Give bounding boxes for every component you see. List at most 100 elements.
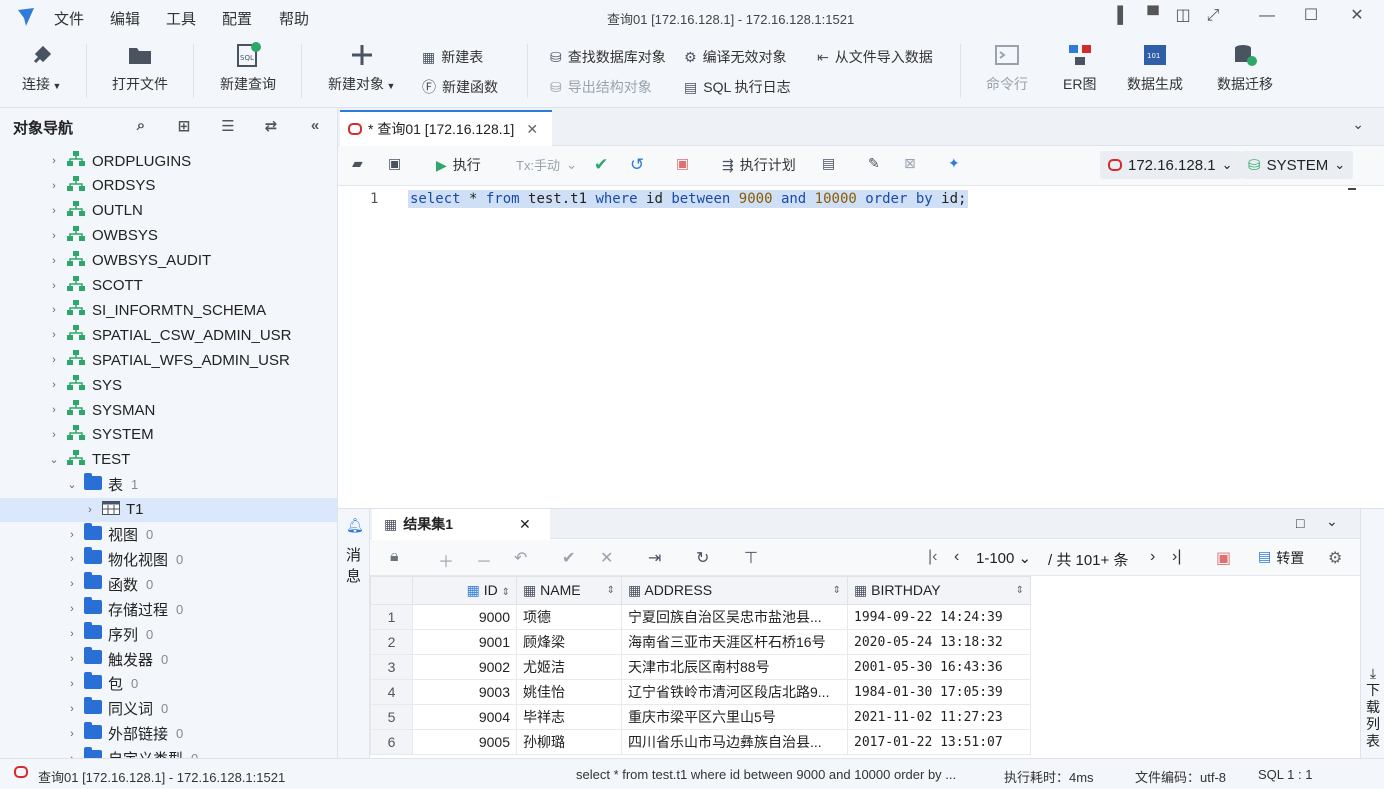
column-header[interactable]: ▦ ADDRESS ⇕	[621, 576, 848, 605]
menu-help[interactable]: 帮助	[279, 8, 309, 29]
tx-mode-select[interactable]: Tx:手动 ⌄	[516, 155, 577, 174]
messages-sidebar[interactable]: 🔔︎ 消息	[338, 509, 370, 759]
tab-list-chevron-icon[interactable]: ⌄	[1352, 116, 1364, 133]
chevron-right-icon[interactable]: ›	[48, 280, 60, 292]
tree-item[interactable]: › 序列 0	[0, 622, 337, 646]
table-row[interactable]: 6 9005 孙柳璐 四川省乐山市马边彝族自治县... 2017-01-22 13:51…	[370, 729, 1031, 755]
data-gen-button[interactable]: 101 数据生成	[1127, 42, 1183, 94]
tree-item[interactable]: › T1	[0, 497, 337, 522]
table-cell[interactable]: 2020-05-24 13:18:32	[847, 629, 1031, 655]
stop-icon[interactable]: ▣	[1216, 548, 1231, 568]
sort-icon[interactable]: ⇕	[1016, 585, 1024, 596]
rollback-icon[interactable]: ↺	[630, 155, 644, 175]
chevron-right-icon[interactable]: ›	[66, 678, 78, 690]
table-cell[interactable]: 顾烽梁	[516, 629, 622, 655]
chevron-right-icon[interactable]: ›	[48, 329, 60, 341]
layout-left-icon[interactable]: ▌	[1112, 5, 1134, 27]
tree-item[interactable]: › SPATIAL_CSW_ADMIN_USR	[0, 323, 337, 347]
table-cell[interactable]: 9000	[412, 604, 517, 630]
layout-top-icon[interactable]: ▀	[1142, 5, 1164, 27]
export-structure-button[interactable]: ⛁ 导出结构对象	[550, 77, 652, 97]
export-icon[interactable]: ⇥	[648, 548, 661, 568]
chevron-right-icon[interactable]: ›	[48, 404, 60, 416]
sort-icon[interactable]: ⇕	[607, 585, 615, 596]
page-range-select[interactable]: 1-100 ⌄	[976, 549, 1031, 567]
data-migrate-button[interactable]: 数据迁移	[1217, 42, 1273, 94]
table-row[interactable]: 1 9000 项德 宁夏回族自治区吴忠市盐池县... 1994-09-22 14:24:…	[370, 604, 1031, 630]
tree-item[interactable]: › 同义词 0	[0, 696, 337, 721]
table-row[interactable]: 4 9003 姚佳怡 辽宁省铁岭市清河区段店北路9... 1984-01-30 17:0…	[370, 679, 1031, 705]
tree-item[interactable]: › 包 0	[0, 671, 337, 696]
menu-edit[interactable]: 编辑	[110, 8, 140, 29]
collapse-panel-icon[interactable]: ⌄	[1326, 513, 1338, 530]
table-cell[interactable]: 姚佳怡	[516, 679, 622, 705]
tab-query01[interactable]: * 查询01 [172.16.128.1] ✕	[340, 110, 552, 146]
er-diagram-button[interactable]: ER图	[1063, 42, 1096, 94]
commit-icon[interactable]: ✔	[594, 155, 608, 175]
chevron-right-icon[interactable]: ›	[66, 553, 78, 565]
settings-icon[interactable]: ⚙	[1328, 548, 1342, 568]
uncomment-icon[interactable]: ⊠	[904, 155, 916, 172]
chevron-right-icon[interactable]: ›	[66, 603, 78, 615]
open-file-button[interactable]: 打开文件	[112, 42, 168, 94]
maximize-button[interactable]: ☐	[1300, 5, 1322, 27]
new-table-button[interactable]: ▦ 新建表	[422, 47, 483, 67]
new-function-button[interactable]: Ⓕ 新建函数	[422, 77, 498, 97]
next-page-icon[interactable]: ›	[1150, 548, 1155, 566]
table-cell[interactable]: 辽宁省铁岭市清河区段店北路9...	[621, 679, 848, 705]
add-row-icon[interactable]: ＋	[438, 548, 454, 572]
connection-select[interactable]: 172.16.128.1 ⌄	[1100, 151, 1241, 179]
download-sidebar[interactable]: ⤓ 下载列表	[1360, 509, 1384, 759]
tree-item[interactable]: › SYSTEM	[0, 423, 337, 447]
chevron-right-icon[interactable]: ›	[48, 180, 60, 192]
minimize-button[interactable]: —	[1256, 5, 1278, 27]
tree-item[interactable]: › ORDSYS	[0, 174, 337, 198]
table-cell[interactable]: 四川省乐山市马边彝族自治县...	[621, 729, 848, 755]
table-cell[interactable]: 尤姬洁	[516, 654, 622, 680]
schema-select[interactable]: ⛁ SYSTEM ⌄	[1240, 151, 1354, 179]
tree-item[interactable]: › OWBSYS	[0, 224, 337, 248]
refresh-icon[interactable]: ↻	[696, 548, 709, 568]
tree-item[interactable]: › 外部链接 0	[0, 721, 337, 746]
sql-log-button[interactable]: ▤ SQL 执行日志	[684, 77, 791, 97]
tree-item[interactable]: › SI_INFORMTN_SCHEMA	[0, 298, 337, 322]
prev-page-icon[interactable]: ‹	[954, 548, 959, 566]
table-cell[interactable]: 9001	[412, 629, 517, 655]
table-cell[interactable]: 9003	[412, 679, 517, 705]
sort-icon[interactable]: ⇕	[833, 585, 841, 596]
tree-item[interactable]: ⌄ TEST	[0, 448, 337, 472]
fullscreen-icon[interactable]: ⤢	[1202, 5, 1224, 27]
comment-icon[interactable]: ✎	[868, 155, 880, 172]
close-tab-icon[interactable]: ✕	[526, 121, 538, 138]
chevron-right-icon[interactable]: ›	[66, 628, 78, 640]
new-query-button[interactable]: SQL 新建查询	[220, 42, 276, 94]
connect-button[interactable]: 连接 ▼	[22, 42, 61, 94]
delete-row-icon[interactable]: －	[476, 548, 492, 572]
chevron-down-icon[interactable]: ⌄	[48, 453, 60, 466]
search-icon[interactable]: ⌕	[131, 117, 151, 137]
maximize-panel-icon[interactable]: □	[1296, 515, 1304, 531]
format-icon[interactable]: ▤	[822, 155, 835, 172]
last-page-icon[interactable]: ›|	[1172, 548, 1181, 566]
menu-tools[interactable]: 工具	[166, 8, 196, 29]
column-header[interactable]: ▦ NAME ⇕	[516, 576, 622, 605]
table-cell[interactable]: 2021-11-02 11:27:23	[847, 704, 1031, 730]
tree-item[interactable]: › 存储过程 0	[0, 597, 337, 621]
table-cell[interactable]: 1984-01-30 17:05:39	[847, 679, 1031, 705]
sort-icon[interactable]: ⇕	[502, 587, 510, 598]
table-row[interactable]: 2 9001 顾烽梁 海南省三亚市天涯区杆石桥16号 2020-05-24 13:18:…	[370, 629, 1031, 655]
tree-item[interactable]: › ORDPLUGINS	[0, 149, 337, 173]
table-cell[interactable]: 项德	[516, 604, 622, 630]
tab-resultset1[interactable]: ▦ 结果集1 ✕	[372, 509, 550, 539]
tree-item[interactable]: ⌄ 表 1	[0, 472, 337, 497]
chevron-right-icon[interactable]: ›	[48, 354, 60, 366]
chevron-right-icon[interactable]: ›	[66, 728, 78, 740]
filter-icon[interactable]: ⊤	[744, 548, 758, 568]
chevron-right-icon[interactable]: ›	[48, 429, 60, 441]
chevron-right-icon[interactable]: ›	[66, 529, 78, 541]
tree-item[interactable]: › SYSMAN	[0, 398, 337, 422]
tree-item[interactable]: › SCOTT	[0, 274, 337, 298]
compile-invalid-button[interactable]: ⚙ 编译无效对象	[684, 47, 787, 67]
commit-icon[interactable]: ✔	[562, 548, 575, 568]
table-row[interactable]: 3 9002 尤姬洁 天津市北辰区南村88号 2001-05-30 16:43:36	[370, 654, 1031, 680]
